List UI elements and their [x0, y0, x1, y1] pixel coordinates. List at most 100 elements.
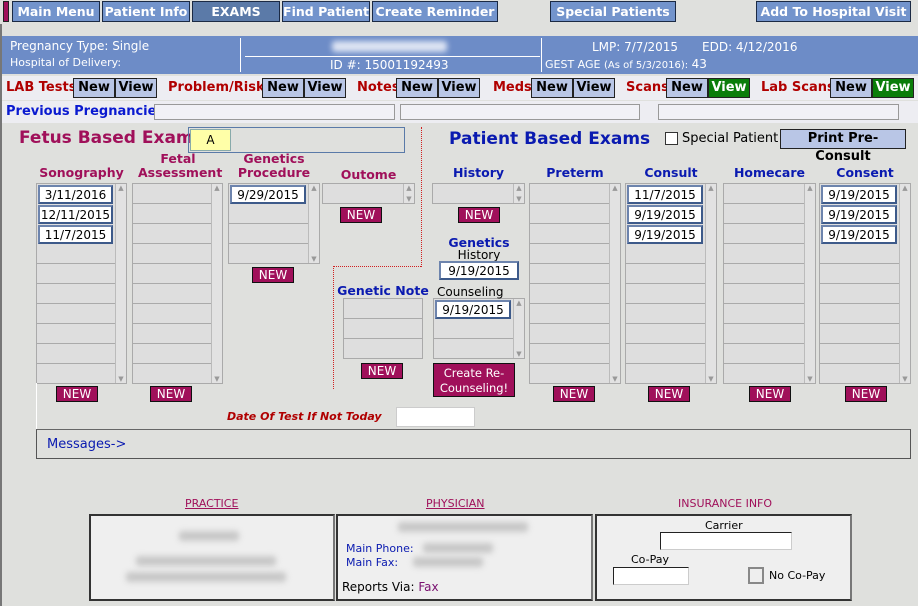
genproc-scrollbar[interactable]: ▲ ▼ [308, 184, 319, 263]
messages-link[interactable]: Messages-> [47, 437, 126, 452]
preterm-empty-row [530, 224, 609, 244]
consult-empty-row [626, 304, 705, 324]
sonography-list: 3/11/2016 12/11/2015 11/7/2015 ▲ ▼ [36, 183, 127, 384]
carrier-input[interactable] [660, 532, 792, 550]
insurance-info-label: INSURANCE INFO [678, 497, 773, 510]
lab-scans-new-button[interactable]: New [830, 78, 872, 98]
fetus-exams-title: Fetus Based Exams [19, 128, 204, 148]
counseling-date-item[interactable]: 9/19/2015 [435, 300, 511, 319]
fetal-empty-row [133, 264, 211, 284]
geneticnote-new-button[interactable]: NEW [361, 363, 403, 379]
previous-pregnancies-label[interactable]: Previous Pregnancies [6, 104, 164, 119]
consult-empty-row [626, 264, 705, 284]
lab-tests-new-button[interactable]: New [73, 78, 115, 98]
genetics-history-label: History [457, 248, 501, 262]
add-hospital-visit-button[interactable]: Add To Hospital Visit [756, 1, 911, 22]
physician-name-redacted [398, 522, 528, 532]
fetal-empty-row [133, 304, 211, 324]
fetal-scrollbar[interactable]: ▲ ▼ [211, 184, 222, 383]
history-new-button[interactable]: NEW [458, 207, 500, 223]
homecare-header: Homecare [733, 165, 806, 180]
physician-link[interactable]: PHYSICIAN [426, 497, 485, 510]
outcome-scrollbar[interactable]: ▲ ▼ [403, 184, 414, 203]
sonography-new-button[interactable]: NEW [56, 386, 98, 402]
counseling-scrollbar[interactable]: ▲ ▼ [513, 299, 524, 358]
preterm-new-button[interactable]: NEW [553, 386, 595, 402]
special-patients-button[interactable]: Special Patients [550, 1, 676, 22]
fetal-new-button[interactable]: NEW [150, 386, 192, 402]
genproc-new-button[interactable]: NEW [252, 267, 294, 283]
consent-date-item[interactable]: 9/19/2015 [821, 205, 897, 224]
find-patient-button[interactable]: Find Patient [282, 1, 370, 22]
previous-pregnancy-field [658, 104, 899, 120]
print-preconsult-button[interactable]: Print Pre-Consult [780, 129, 906, 164]
carrier-label: Carrier [705, 519, 743, 532]
consent-scrollbar[interactable]: ▲ ▼ [899, 184, 910, 383]
fetal-empty-row [133, 204, 211, 224]
copay-input[interactable] [613, 567, 689, 585]
geneticnote-header: Genetic Note [337, 283, 429, 298]
sonography-empty-row [37, 304, 115, 324]
consult-date-item[interactable]: 9/19/2015 [627, 205, 703, 224]
main-menu-button[interactable]: Main Menu [12, 1, 100, 22]
notes-view-button[interactable]: View [438, 78, 480, 98]
consult-date-item[interactable]: 9/19/2015 [627, 225, 703, 244]
sonography-date-item[interactable]: 12/11/2015 [38, 205, 113, 224]
lab-scans-label: Lab Scans [761, 80, 835, 95]
create-reminder-button[interactable]: Create Reminder [372, 1, 498, 22]
notes-new-button[interactable]: New [396, 78, 438, 98]
gest-age-value: 43 [691, 57, 707, 71]
problem-risk-new-button[interactable]: New [262, 78, 304, 98]
meds-new-button[interactable]: New [531, 78, 573, 98]
patient-info-button[interactable]: Patient Info [102, 1, 190, 22]
outcome-empty-row [323, 184, 403, 204]
consent-list: 9/19/2015 9/19/2015 9/19/2015 ▲ ▼ [819, 183, 911, 384]
consent-date-item[interactable]: 9/19/2015 [821, 185, 897, 204]
genetics-history-date[interactable]: 9/19/2015 [439, 261, 519, 280]
no-copay-checkbox[interactable] [748, 567, 764, 584]
fetus-tab-a[interactable]: A [190, 129, 231, 151]
practice-link[interactable]: PRACTICE [185, 497, 238, 510]
preterm-header: Preterm [546, 165, 604, 180]
reports-via: Reports Via: Fax [342, 580, 439, 594]
lab-scans-view-button[interactable]: View [872, 78, 914, 98]
geneticnote-empty-row [344, 319, 422, 339]
meds-label: Meds [493, 80, 532, 95]
homecare-new-button[interactable]: NEW [749, 386, 791, 402]
gest-age-asof: (As of 5/3/2016): [603, 60, 689, 71]
history-scrollbar[interactable]: ▲ ▼ [513, 184, 524, 203]
consent-empty-row [820, 244, 899, 264]
sonography-date-item[interactable]: 3/11/2016 [38, 185, 113, 204]
create-recounseling-button[interactable]: Create Re-Counseling! [433, 363, 515, 397]
exams-button[interactable]: EXAMS [192, 1, 280, 22]
consent-date-item[interactable]: 9/19/2015 [821, 225, 897, 244]
fetus-selector: A [188, 127, 405, 153]
counseling-label: Counseling [437, 285, 504, 299]
history-list: ▲ ▼ [432, 183, 525, 204]
genproc-date-item[interactable]: 9/29/2015 [230, 185, 306, 204]
consult-empty-row [626, 324, 705, 344]
fetal-empty-row [133, 224, 211, 244]
consult-scrollbar[interactable]: ▲ ▼ [705, 184, 716, 383]
counseling-empty-row [434, 339, 513, 359]
fetal-header: Fetal Assessment [138, 151, 223, 180]
nav-accent [3, 1, 9, 22]
consult-empty-row [626, 364, 705, 384]
problem-risk-view-button[interactable]: View [304, 78, 346, 98]
date-of-test-input[interactable] [396, 407, 475, 427]
consent-new-button[interactable]: NEW [845, 386, 887, 402]
sonography-empty-row [37, 324, 115, 344]
scans-new-button[interactable]: New [666, 78, 708, 98]
meds-view-button[interactable]: View [573, 78, 615, 98]
homecare-scrollbar[interactable]: ▲ ▼ [804, 184, 815, 383]
consult-date-item[interactable]: 11/7/2015 [627, 185, 703, 204]
sonography-scrollbar[interactable]: ▲ ▼ [115, 184, 126, 383]
special-patient-checkbox[interactable] [665, 132, 678, 145]
lab-tests-view-button[interactable]: View [115, 78, 157, 98]
consult-new-button[interactable]: NEW [648, 386, 690, 402]
scans-view-button[interactable]: View [708, 78, 750, 98]
outcome-new-button[interactable]: NEW [340, 207, 382, 223]
preterm-scrollbar[interactable]: ▲ ▼ [609, 184, 620, 383]
consent-empty-row [820, 264, 899, 284]
sonography-date-item[interactable]: 11/7/2015 [38, 225, 113, 244]
